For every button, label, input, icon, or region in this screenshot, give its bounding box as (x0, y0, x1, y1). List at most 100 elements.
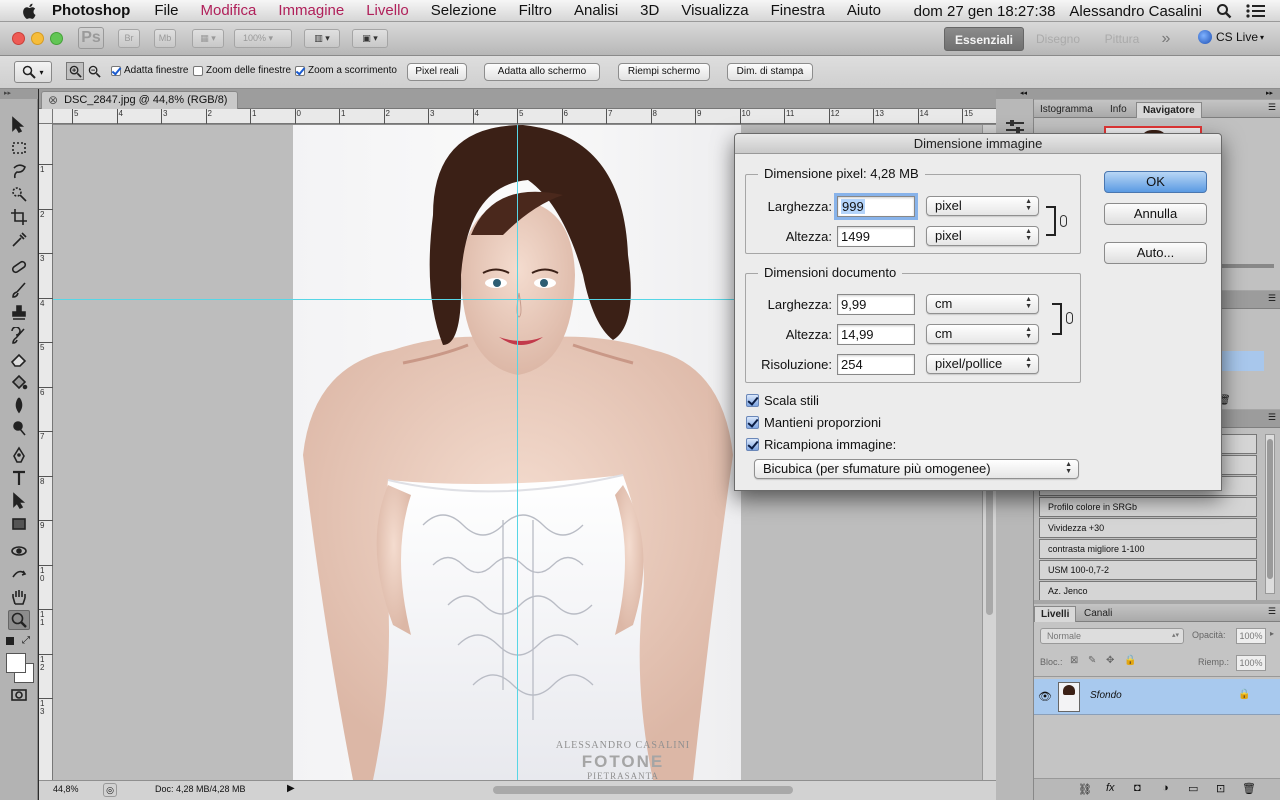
status-info-icon[interactable]: ◎ (103, 783, 117, 797)
zoom-all-windows-checkbox[interactable]: Zoom delle finestre (193, 65, 291, 76)
notification-list-icon[interactable] (1246, 3, 1266, 19)
menu-modifica[interactable]: Modifica (201, 2, 257, 19)
quick-mask-icon[interactable] (8, 685, 30, 705)
3d-orbit-tool-icon[interactable] (8, 564, 30, 584)
paint-bucket-tool-icon[interactable] (8, 372, 30, 392)
menu-visualizza[interactable]: Visualizza (681, 2, 748, 19)
menu-selezione[interactable]: Selezione (431, 2, 497, 19)
move-tool-icon[interactable] (8, 115, 30, 135)
close-window-button[interactable] (12, 32, 25, 45)
lock-position-icon[interactable]: ✥ (1106, 655, 1114, 666)
default-colors-icon[interactable] (6, 637, 14, 645)
lock-all-icon[interactable]: 🔒 (1124, 655, 1136, 666)
panel-menu-icon[interactable]: ☰ (1268, 606, 1276, 617)
panels-collapse[interactable]: ▸▸ (1034, 89, 1280, 99)
resolution-unit-select[interactable]: pixel/pollice ▲ ▼ (926, 354, 1039, 374)
resize-windows-checkbox[interactable]: Adatta finestre (111, 65, 188, 76)
tab-navigatore[interactable]: Navigatore (1136, 102, 1202, 118)
resolution-input[interactable]: 254 (837, 354, 915, 375)
blur-tool-icon[interactable] (8, 395, 30, 415)
clone-stamp-tool-icon[interactable] (8, 303, 30, 323)
doc-width-input[interactable]: 9,99 (837, 294, 915, 315)
add-mask-icon[interactable]: ◘ (1134, 782, 1141, 794)
status-zoom[interactable]: 44,8% (53, 784, 79, 794)
zoom-out-button[interactable] (85, 62, 103, 80)
blend-mode-dropdown[interactable]: Normale ▴▾ (1040, 628, 1184, 644)
brush-tool-icon[interactable] (8, 280, 30, 300)
eyedropper-tool-icon[interactable] (8, 230, 30, 250)
doc-width-unit-select[interactable]: cm ▲ ▼ (926, 294, 1039, 314)
fit-screen-button[interactable]: Adatta allo schermo (484, 63, 600, 81)
menu-livello[interactable]: Livello (366, 2, 409, 19)
adjustment-layer-icon[interactable]: ◑ (1162, 782, 1169, 794)
delete-layer-icon[interactable]: 🗑 (1242, 782, 1256, 795)
new-layer-icon[interactable]: ⊡ (1216, 782, 1225, 795)
menu-user[interactable]: Alessandro Casalini (1069, 3, 1202, 20)
tab-livelli[interactable]: Livelli (1034, 606, 1077, 622)
horizontal-scroll-thumb[interactable] (493, 786, 793, 794)
workspace-more-button[interactable]: » (1154, 27, 1178, 51)
document-tab[interactable]: ⊗ DSC_2847.jpg @ 44,8% (RGB/8) (41, 91, 239, 109)
fill-screen-button[interactable]: Riempi schermo (618, 63, 710, 81)
auto-button[interactable]: Auto... (1104, 242, 1207, 264)
workspace-disegno[interactable]: Disegno (1030, 27, 1086, 51)
doc-height-input[interactable]: 14,99 (837, 324, 915, 345)
history-row[interactable]: Az. Jenco (1039, 581, 1257, 600)
horizontal-ruler[interactable]: 5 4 3 2 1 0 1 2 3 4 5 6 7 8 9 10 11 12 13 14 15 (53, 109, 996, 124)
type-tool-icon[interactable] (8, 468, 30, 488)
view-extras-button[interactable]: ▦ ▾ (192, 29, 224, 48)
history-row[interactable]: Vividezza +30 (1039, 518, 1257, 538)
link-layers-icon[interactable]: ⛓ (1078, 783, 1092, 796)
doc-height-unit-select[interactable]: cm ▲ ▼ (926, 324, 1039, 344)
vertical-ruler[interactable]: 1 2 3 4 5 6 7 8 9 10 11 12 13 (39, 124, 53, 780)
constrain-proportions-checkbox[interactable]: Mantieni proporzioni (746, 415, 881, 430)
swap-colors-icon[interactable]: ⤢ (22, 635, 30, 646)
pixel-width-unit-select[interactable]: pixel ▲ ▼ (926, 196, 1039, 216)
lasso-tool-icon[interactable] (8, 161, 30, 181)
screen-mode-button[interactable]: ▣ ▾ (352, 29, 388, 48)
path-selection-tool-icon[interactable] (8, 491, 30, 511)
zoom-window-button[interactable] (50, 32, 63, 45)
hand-tool-icon[interactable] (8, 587, 30, 607)
menu-aiuto[interactable]: Aiuto (847, 2, 881, 19)
cs-live-button[interactable]: CS Live ▾ (1198, 30, 1264, 44)
scale-styles-checkbox[interactable]: Scala stili (746, 393, 819, 408)
crop-tool-icon[interactable] (8, 207, 30, 227)
status-menu-arrow[interactable]: ▶ (287, 783, 295, 794)
actual-pixels-button[interactable]: Pixel reali (407, 63, 467, 81)
close-tab-icon[interactable]: ⊗ (48, 92, 58, 109)
layer-name[interactable]: Sfondo (1090, 690, 1122, 701)
resample-method-select[interactable]: Bicubica (per sfumature più omogenee) ▲ ▼ (754, 459, 1079, 479)
menu-analisi[interactable]: Analisi (574, 2, 618, 19)
print-size-button[interactable]: Dim. di stampa (727, 63, 813, 81)
bridge-button[interactable]: Br (118, 29, 140, 48)
lock-pixels-icon[interactable]: ✎ (1088, 655, 1096, 666)
navigator-zoom-slider[interactable] (1218, 264, 1274, 268)
menu-3d[interactable]: 3D (640, 2, 659, 19)
cancel-button[interactable]: Annulla (1104, 203, 1207, 225)
zoom-tool-icon[interactable] (8, 610, 30, 630)
menu-app[interactable]: Photoshop (52, 2, 130, 19)
menu-immagine[interactable]: Immagine (278, 2, 344, 19)
layer-style-icon[interactable]: fx (1106, 782, 1115, 794)
healing-brush-tool-icon[interactable] (8, 257, 30, 277)
quick-selection-tool-icon[interactable] (8, 184, 30, 204)
panel-menu-icon[interactable]: ☰ (1268, 293, 1276, 304)
tab-info[interactable]: Info (1104, 102, 1133, 118)
foreground-color-swatch[interactable] (6, 653, 26, 673)
marquee-tool-icon[interactable] (8, 138, 30, 158)
panel-menu-icon[interactable]: ☰ (1268, 412, 1276, 423)
spotlight-icon[interactable] (1216, 3, 1232, 19)
zoom-in-button[interactable] (66, 62, 84, 80)
zoom-level-dropdown[interactable]: 100% ▾ (234, 29, 292, 48)
apple-icon[interactable] (20, 1, 40, 21)
mini-bridge-button[interactable]: Mb (154, 29, 176, 48)
ok-button[interactable]: OK (1104, 171, 1207, 193)
pixel-width-input[interactable]: 999 (834, 193, 918, 220)
fill-input[interactable]: 100% (1236, 655, 1266, 671)
pixel-height-unit-select[interactable]: pixel ▲ ▼ (926, 226, 1039, 246)
menu-clock[interactable]: dom 27 gen 18:27:38 (914, 3, 1056, 20)
scrubby-zoom-checkbox[interactable]: Zoom a scorrimento (295, 65, 397, 76)
minimize-window-button[interactable] (31, 32, 44, 45)
layer-visibility-eye-icon[interactable]: 👁 (1038, 690, 1052, 703)
